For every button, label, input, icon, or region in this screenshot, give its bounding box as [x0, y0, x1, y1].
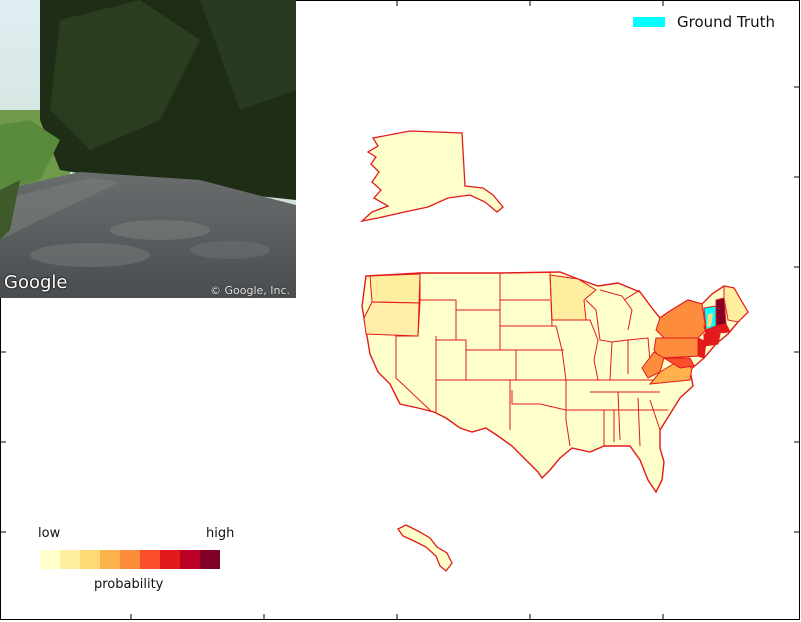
- legend-label: Ground Truth: [677, 13, 775, 31]
- state-hawaii: [397, 524, 453, 572]
- google-logo: Google: [4, 272, 68, 293]
- colorbar-swatch-2: [80, 550, 100, 569]
- colorbar-swatch-6: [160, 550, 180, 569]
- state-maine: [723, 285, 749, 323]
- state-new-york: [655, 299, 707, 339]
- colorbar-swatches: [40, 550, 220, 569]
- probability-colorbar: low high probability: [38, 526, 238, 596]
- copyright-text: © Google, Inc.: [210, 284, 291, 297]
- colorbar-title: probability: [94, 577, 164, 592]
- state-pennsylvania: [653, 337, 701, 359]
- colorbar-swatch-1: [60, 550, 80, 569]
- ground-truth-swatch: [633, 17, 665, 27]
- colorbar-swatch-3: [100, 550, 120, 569]
- plot-frame: Google © Google, Inc. Ground Truth low h…: [0, 0, 801, 622]
- state-washington: [369, 273, 421, 304]
- colorbar-swatch-7: [180, 550, 200, 569]
- colorbar-swatch-8: [200, 550, 220, 569]
- state-alaska: [359, 130, 504, 223]
- state-connecticut: [703, 333, 721, 347]
- street-view-photo: Google © Google, Inc.: [0, 0, 296, 298]
- colorbar-swatch-5: [140, 550, 160, 569]
- colorbar-low-label: low: [38, 526, 61, 541]
- colorbar-swatch-4: [120, 550, 140, 569]
- colorbar-high-label: high: [206, 526, 235, 541]
- legend: Ground Truth: [633, 12, 775, 32]
- colorbar-swatch-0: [40, 550, 60, 569]
- state-oregon: [363, 301, 421, 337]
